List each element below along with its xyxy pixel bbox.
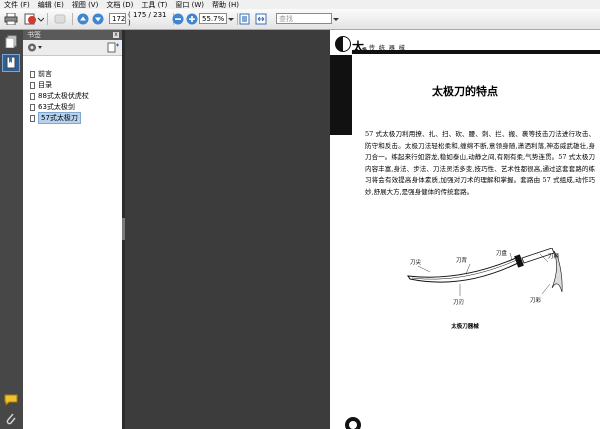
bookmark-label: 目录 bbox=[38, 81, 52, 89]
pages-panel-button[interactable] bbox=[5, 35, 17, 50]
printer-icon bbox=[4, 13, 18, 25]
bookmark-item[interactable]: 63式太极剑 bbox=[30, 102, 75, 112]
document-icon bbox=[30, 114, 35, 122]
arrow-down-icon bbox=[92, 13, 104, 25]
new-bookmark-button[interactable] bbox=[107, 42, 119, 55]
close-panel-button[interactable]: x bbox=[113, 32, 119, 38]
document-page: 太 极 传 统 器 械 太极刀的特点 57 式太极刀利用撩、扎、扫、砍、腰、刺、… bbox=[330, 30, 600, 429]
label-handle: 刀柄 bbox=[548, 254, 560, 260]
print-button[interactable] bbox=[4, 12, 18, 26]
label-blade-back: 刀背 bbox=[456, 258, 468, 264]
zoom-dropdown-button[interactable] bbox=[227, 12, 235, 26]
chevron-down-icon bbox=[333, 18, 339, 21]
comment-icon bbox=[4, 394, 18, 407]
bookmarks-panel-title: 书签 bbox=[27, 31, 41, 39]
arrow-up-icon bbox=[77, 13, 89, 25]
bookmarks-panel-header: 书签 x bbox=[23, 30, 122, 40]
paperclip-icon bbox=[6, 413, 16, 425]
bookmark-item[interactable]: 88式太极伏虎杖 bbox=[30, 91, 89, 101]
pages-icon bbox=[5, 35, 17, 49]
header-rule bbox=[352, 50, 600, 54]
bookmark-label: 57式太极刀 bbox=[38, 112, 81, 124]
menu-bar: 文件 (F) 编辑 (E) 视图 (V) 文档 (D) 工具 (T) 窗口 (W… bbox=[0, 0, 600, 9]
body-paragraph: 57 式太极刀利用撩、扎、扫、砍、腰、刺、拦、搬、裹等技击刀法进行攻击、防守和反… bbox=[365, 130, 595, 196]
toolbar-separator bbox=[47, 13, 48, 25]
fit-width-icon bbox=[255, 13, 267, 25]
label-blade-edge: 刀刃 bbox=[453, 300, 465, 306]
page-count-label: ( 175 / 231 ) bbox=[128, 11, 167, 27]
next-page-button[interactable] bbox=[92, 12, 104, 26]
page-header: 太 极 传 统 器 械 bbox=[330, 30, 600, 55]
search-dropdown-button[interactable] bbox=[332, 12, 340, 26]
fit-width-button[interactable] bbox=[255, 12, 267, 26]
new-bookmark-icon bbox=[107, 42, 119, 53]
gear-icon bbox=[28, 43, 42, 52]
bookmarks-panel-button[interactable] bbox=[2, 54, 20, 72]
label-blade-tip: 刀尖 bbox=[410, 260, 422, 266]
attachments-panel-button[interactable] bbox=[5, 412, 17, 427]
bookmark-label: 63式太极剑 bbox=[38, 103, 75, 111]
bookmark-label: 前言 bbox=[38, 70, 52, 78]
document-icon bbox=[30, 70, 35, 78]
bookmark-icon bbox=[6, 56, 16, 69]
yin-yang-icon bbox=[335, 36, 351, 52]
create-pdf-button[interactable] bbox=[24, 12, 44, 26]
page-title: 太极刀的特点 bbox=[432, 85, 498, 98]
zoom-in-button[interactable] bbox=[186, 12, 198, 26]
bookmark-options-button[interactable] bbox=[27, 42, 43, 55]
chevron-down-icon bbox=[228, 18, 234, 21]
bookmark-label: 88式太极伏虎杖 bbox=[38, 92, 89, 100]
zoom-out-icon bbox=[172, 13, 184, 25]
previous-page-button[interactable] bbox=[77, 12, 89, 26]
zoom-in-icon bbox=[186, 13, 198, 25]
bookmark-item-selected[interactable]: 57式太极刀 bbox=[30, 112, 81, 124]
yin-yang-icon bbox=[345, 417, 361, 429]
fit-page-button[interactable] bbox=[238, 12, 250, 26]
bookmarks-panel: 书签 x 前言 目录 88式太极伏虎杖 63式太极剑 57式太极刀 bbox=[23, 30, 122, 429]
search-input[interactable]: 查找 bbox=[276, 13, 332, 24]
navigation-rail bbox=[0, 30, 23, 429]
label-guard: 刀盘 bbox=[496, 251, 508, 257]
create-pdf-icon bbox=[24, 13, 44, 25]
document-icon bbox=[30, 81, 35, 89]
label-tassel: 刀彩 bbox=[530, 298, 542, 304]
fit-page-icon bbox=[239, 13, 249, 25]
document-icon bbox=[30, 92, 35, 100]
toolbar-separator bbox=[72, 13, 73, 25]
zoom-input[interactable]: 55.7% bbox=[199, 13, 227, 24]
comments-panel-button[interactable] bbox=[4, 394, 18, 407]
zoom-out-button[interactable] bbox=[172, 12, 184, 26]
bookmark-item[interactable]: 目录 bbox=[30, 80, 52, 90]
hand-icon bbox=[54, 14, 66, 24]
figure-caption: 太极刀器械 bbox=[451, 324, 479, 330]
toolbar: 172 ( 175 / 231 ) 55.7% 查找 bbox=[0, 9, 600, 30]
page-number-input[interactable]: 172 bbox=[109, 13, 126, 24]
bookmark-item[interactable]: 前言 bbox=[30, 69, 52, 79]
bookmarks-toolbar bbox=[23, 40, 122, 56]
document-icon bbox=[30, 103, 35, 111]
hand-tool-button[interactable] bbox=[52, 12, 68, 26]
